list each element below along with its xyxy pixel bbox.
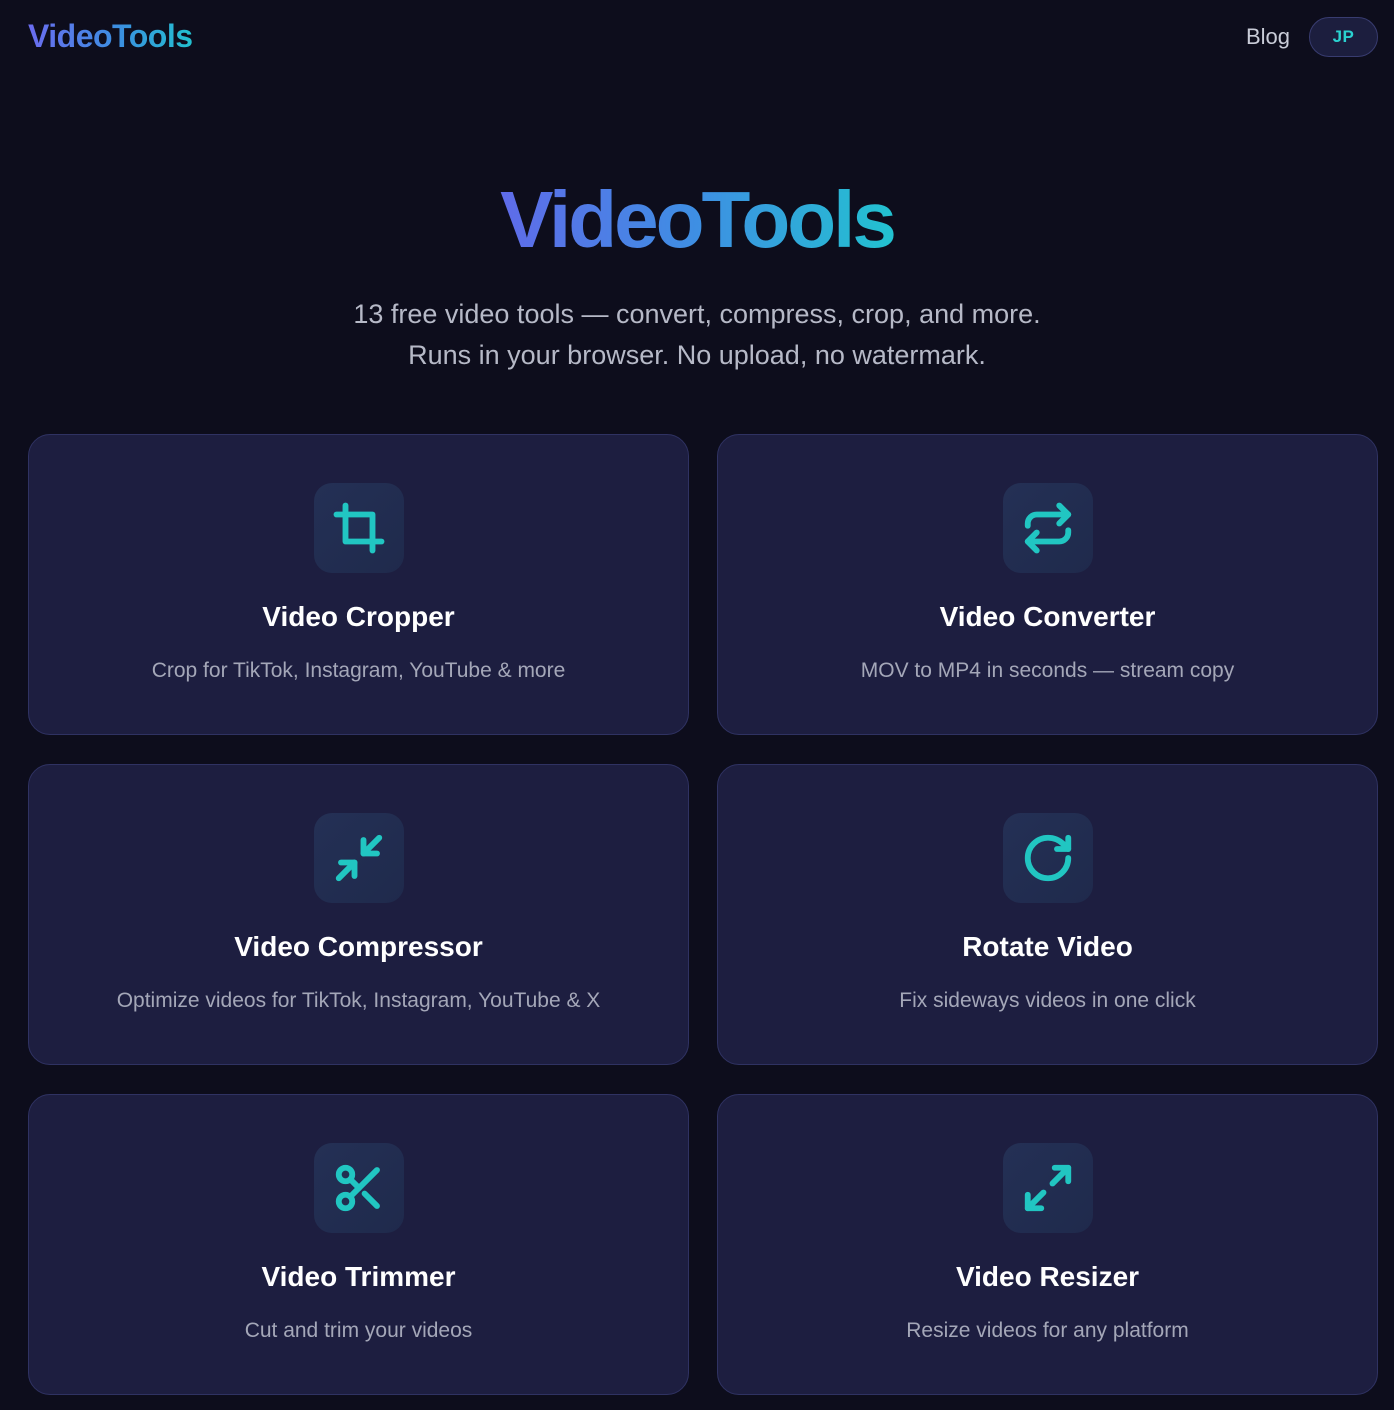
tool-card-description: MOV to MP4 in seconds — stream copy: [860, 659, 1235, 682]
tool-card-video-converter[interactable]: Video Converter MOV to MP4 in seconds — …: [717, 434, 1378, 735]
hero-title: VideoTools: [0, 170, 1394, 270]
tool-card-title: Video Trimmer: [261, 1261, 456, 1292]
tool-card-description: Crop for TikTok, Instagram, YouTube & mo…: [151, 659, 566, 682]
tool-card-title: Video Converter: [939, 601, 1156, 632]
tool-card-description: Resize videos for any platform: [906, 1319, 1189, 1342]
tool-card-description: Cut and trim your videos: [244, 1319, 473, 1342]
site-logo[interactable]: VideoTools: [28, 18, 193, 55]
tool-card-description: Optimize videos for TikTok, Instagram, Y…: [116, 989, 601, 1012]
hero-subtitle-line1: 13 free video tools — convert, compress,…: [353, 299, 1041, 329]
tool-card-title: Video Resizer: [955, 1261, 1140, 1292]
top-bar: VideoTools Blog JP: [0, 0, 1394, 76]
compress-arrows-icon: [313, 813, 404, 903]
nav-blog-link[interactable]: Blog: [1246, 24, 1290, 50]
tool-card-rotate-video[interactable]: Rotate Video Fix sideways videos in one …: [717, 764, 1378, 1065]
tool-card-title: Video Cropper: [262, 601, 455, 632]
tools-grid: Video Cropper Crop for TikTok, Instagram…: [28, 434, 1378, 1395]
hero-subtitle-line2: Runs in your browser. No upload, no wate…: [408, 340, 986, 370]
tool-card-title: Video Compressor: [234, 931, 483, 962]
expand-arrows-icon: [1002, 1143, 1093, 1233]
crop-icon: [313, 483, 404, 573]
tool-card-video-resizer[interactable]: Video Resizer Resize videos for any plat…: [717, 1094, 1378, 1395]
hero-title-text: VideoTools: [500, 175, 897, 264]
convert-arrows-icon: [1002, 483, 1093, 573]
tool-card-video-compressor[interactable]: Video Compressor Optimize videos for Tik…: [28, 764, 689, 1065]
language-toggle-button[interactable]: JP: [1309, 17, 1378, 57]
hero-subtitle: 13 free video tools — convert, compress,…: [0, 294, 1394, 376]
tool-card-title: Rotate Video: [962, 931, 1133, 962]
tool-card-description: Fix sideways videos in one click: [899, 989, 1196, 1012]
rotate-icon: [1002, 813, 1093, 903]
tool-card-video-cropper[interactable]: Video Cropper Crop for TikTok, Instagram…: [28, 434, 689, 735]
scissors-icon: [313, 1143, 404, 1233]
tool-card-video-trimmer[interactable]: Video Trimmer Cut and trim your videos: [28, 1094, 689, 1395]
